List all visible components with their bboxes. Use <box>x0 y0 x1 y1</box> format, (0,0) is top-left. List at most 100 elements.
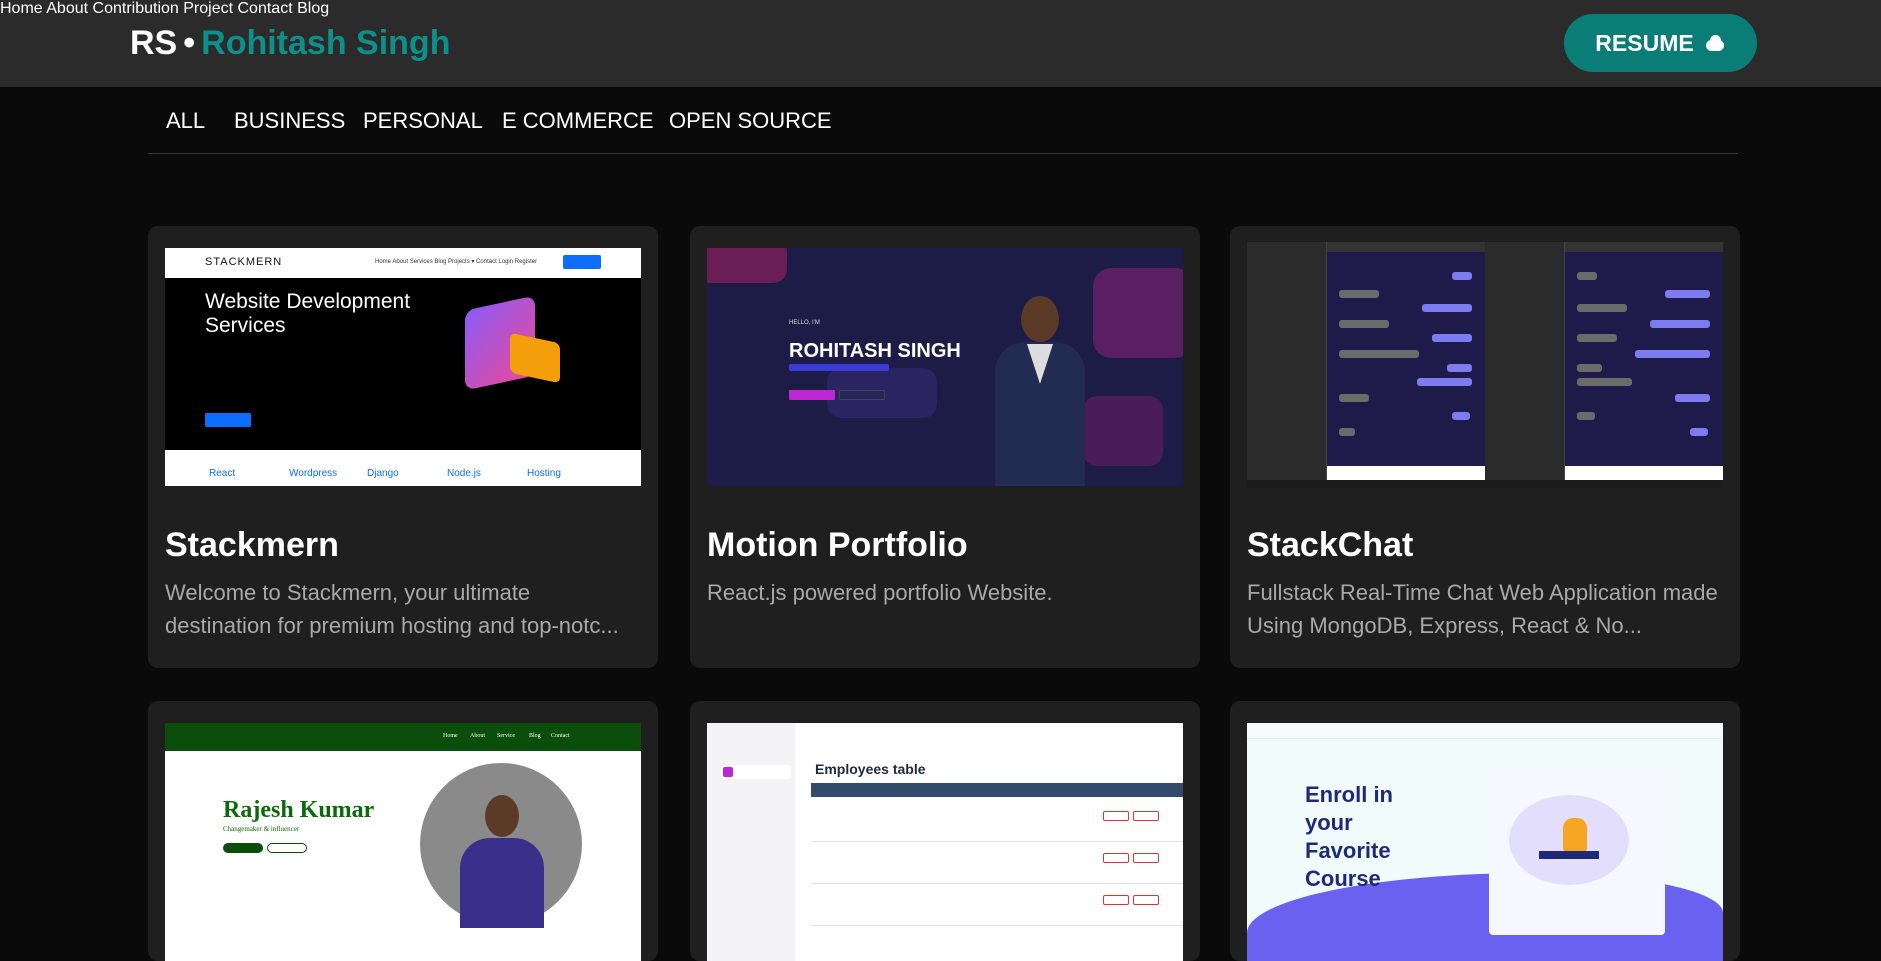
project-description: Welcome to Stackmern, your ultimate dest… <box>165 580 619 638</box>
thumb-logo: STACKMERN <box>205 256 283 268</box>
decor-shape <box>1093 268 1183 358</box>
thumb-button <box>839 390 885 400</box>
thumb-action-button <box>1103 811 1129 821</box>
project-description: Fullstack Real-Time Chat Web Application… <box>1247 580 1718 638</box>
project-description: React.js powered portfolio Website. <box>707 580 1053 605</box>
chat-message <box>1447 364 1472 372</box>
chat-message <box>1339 290 1379 298</box>
thumb-header <box>1247 723 1723 739</box>
chat-message <box>1452 272 1472 280</box>
brand-separator: • <box>183 24 196 62</box>
thumb-button <box>205 413 251 427</box>
chat-message <box>1635 350 1710 358</box>
thumb-footer: React Wordpress Django Node.js Hosting <box>165 450 641 486</box>
project-title[interactable]: Stackmern <box>165 526 339 565</box>
resume-button[interactable]: RESUME <box>1564 14 1757 72</box>
project-card-rajesh-kumar[interactable]: Home About Service Blog Contact Rajesh K… <box>148 701 658 961</box>
project-card-stackshare[interactable]: Enroll in your Favorite Course <box>1230 701 1740 961</box>
thumb-action-button <box>1133 811 1159 821</box>
project-thumbnail[interactable]: Enroll in your Favorite Course <box>1247 723 1723 961</box>
chat-input <box>1327 466 1485 480</box>
nav-project[interactable]: Project <box>183 0 233 17</box>
nav-contact[interactable]: Contact <box>238 0 293 17</box>
brand-name: Rohitash Singh <box>201 24 451 62</box>
filter-all[interactable]: ALL <box>166 108 205 134</box>
chat-message <box>1577 378 1632 386</box>
thumb-nav-item: Home <box>443 733 458 739</box>
thumb-action-button <box>1103 853 1129 863</box>
project-thumbnail[interactable]: HELLO, I'M ROHITASH SINGH <box>707 248 1183 486</box>
nav-contribution[interactable]: Contribution <box>93 0 179 17</box>
thumb-nav-item: Blog <box>529 733 541 739</box>
thumb-get-started <box>563 255 601 269</box>
project-thumbnail[interactable] <box>1247 242 1723 488</box>
thumb-header: STACKMERN Home About Services Blog Proje… <box>165 248 641 278</box>
brand-logo[interactable]: RS • Rohitash Singh <box>130 24 450 63</box>
thumb-role <box>789 364 889 371</box>
cloud-download-icon <box>1704 35 1726 51</box>
project-title[interactable]: StackChat <box>1247 526 1413 565</box>
thumb-tagline: Changemaker & influencer <box>223 825 300 833</box>
chat-message <box>1577 364 1602 372</box>
project-title[interactable]: Motion Portfolio <box>707 526 968 565</box>
thumb-heading: Enroll in your Favorite Course <box>1305 782 1393 891</box>
thumb-action-button <box>1103 895 1129 905</box>
chat-message <box>1577 272 1597 280</box>
project-card-stackchat[interactable]: StackChat Fullstack Real-Time Chat Web A… <box>1230 226 1740 668</box>
brand-initials: RS <box>130 24 178 62</box>
chat-message <box>1452 412 1470 420</box>
chat-pane <box>1247 242 1485 480</box>
thumb-name: Rajesh Kumar <box>223 797 375 823</box>
thumb-greeting: HELLO, I'M <box>789 320 820 326</box>
dashboard-icon <box>723 767 733 777</box>
thumb-laptop <box>1539 851 1599 859</box>
thumb-button <box>267 843 307 853</box>
project-card-stackmern[interactable]: STACKMERN Home About Services Blog Proje… <box>148 226 658 668</box>
filter-personal[interactable]: PERSONAL <box>363 108 483 134</box>
chat-message <box>1422 304 1472 312</box>
chat-message <box>1665 290 1710 298</box>
project-thumbnail[interactable]: Home About Service Blog Contact Rajesh K… <box>165 723 641 961</box>
thumb-header: Home About Service Blog Contact <box>165 723 641 751</box>
thumb-footer-item: React <box>209 468 236 479</box>
filter-ecommerce[interactable]: E COMMERCE <box>502 108 654 134</box>
thumb-action-button <box>1133 895 1159 905</box>
decor-shape <box>707 248 787 283</box>
thumb-sidebar <box>707 723 795 961</box>
thumb-nav-item: Service <box>497 733 515 739</box>
chat-sidebar <box>1247 242 1327 480</box>
nav-blog[interactable]: Blog <box>297 0 329 17</box>
chat-message <box>1339 320 1389 328</box>
filter-business[interactable]: BUSINESS <box>234 108 345 134</box>
thumb-nav-links: Home About Services Blog Projects ▾ Cont… <box>375 259 538 265</box>
filter-open-source[interactable]: OPEN SOURCE <box>669 108 832 134</box>
chat-sidebar <box>1485 242 1565 480</box>
portrait-body <box>460 838 544 928</box>
chat-message <box>1650 320 1710 328</box>
thumb-hero-text: Website Development Services <box>205 290 411 337</box>
thumb-footer-item: Node.js <box>447 468 481 479</box>
thumb-name: ROHITASH SINGH <box>789 340 961 362</box>
chat-pane <box>1485 242 1723 480</box>
chat-message <box>1432 334 1472 342</box>
thumb-footer-item: Hosting <box>527 468 561 479</box>
project-filter-tabs: ALL BUSINESS PERSONAL E COMMERCE OPEN SO… <box>148 86 1738 154</box>
chat-message <box>1577 412 1595 420</box>
chat-message <box>1690 428 1708 436</box>
project-thumbnail[interactable]: Employees table <box>707 723 1183 961</box>
chat-message <box>1339 428 1355 436</box>
thumb-nav-item: Contact <box>551 733 570 739</box>
chat-message <box>1577 334 1617 342</box>
nav-home[interactable]: Home <box>0 0 43 17</box>
thumb-heading: Employees table <box>815 761 926 777</box>
project-thumbnail[interactable]: STACKMERN Home About Services Blog Proje… <box>165 248 641 486</box>
chat-message <box>1339 394 1369 402</box>
thumb-footer-item: Wordpress <box>289 468 338 479</box>
thumb-button <box>789 390 835 400</box>
thumb-action-button <box>1133 853 1159 863</box>
portrait-head <box>1021 296 1059 342</box>
project-card-employee-manager[interactable]: Employees table <box>690 701 1200 961</box>
project-card-motion-portfolio[interactable]: HELLO, I'M ROHITASH SINGH Motion Portfol… <box>690 226 1200 668</box>
nav-about[interactable]: About <box>46 0 88 17</box>
portrait-image <box>989 288 1089 486</box>
